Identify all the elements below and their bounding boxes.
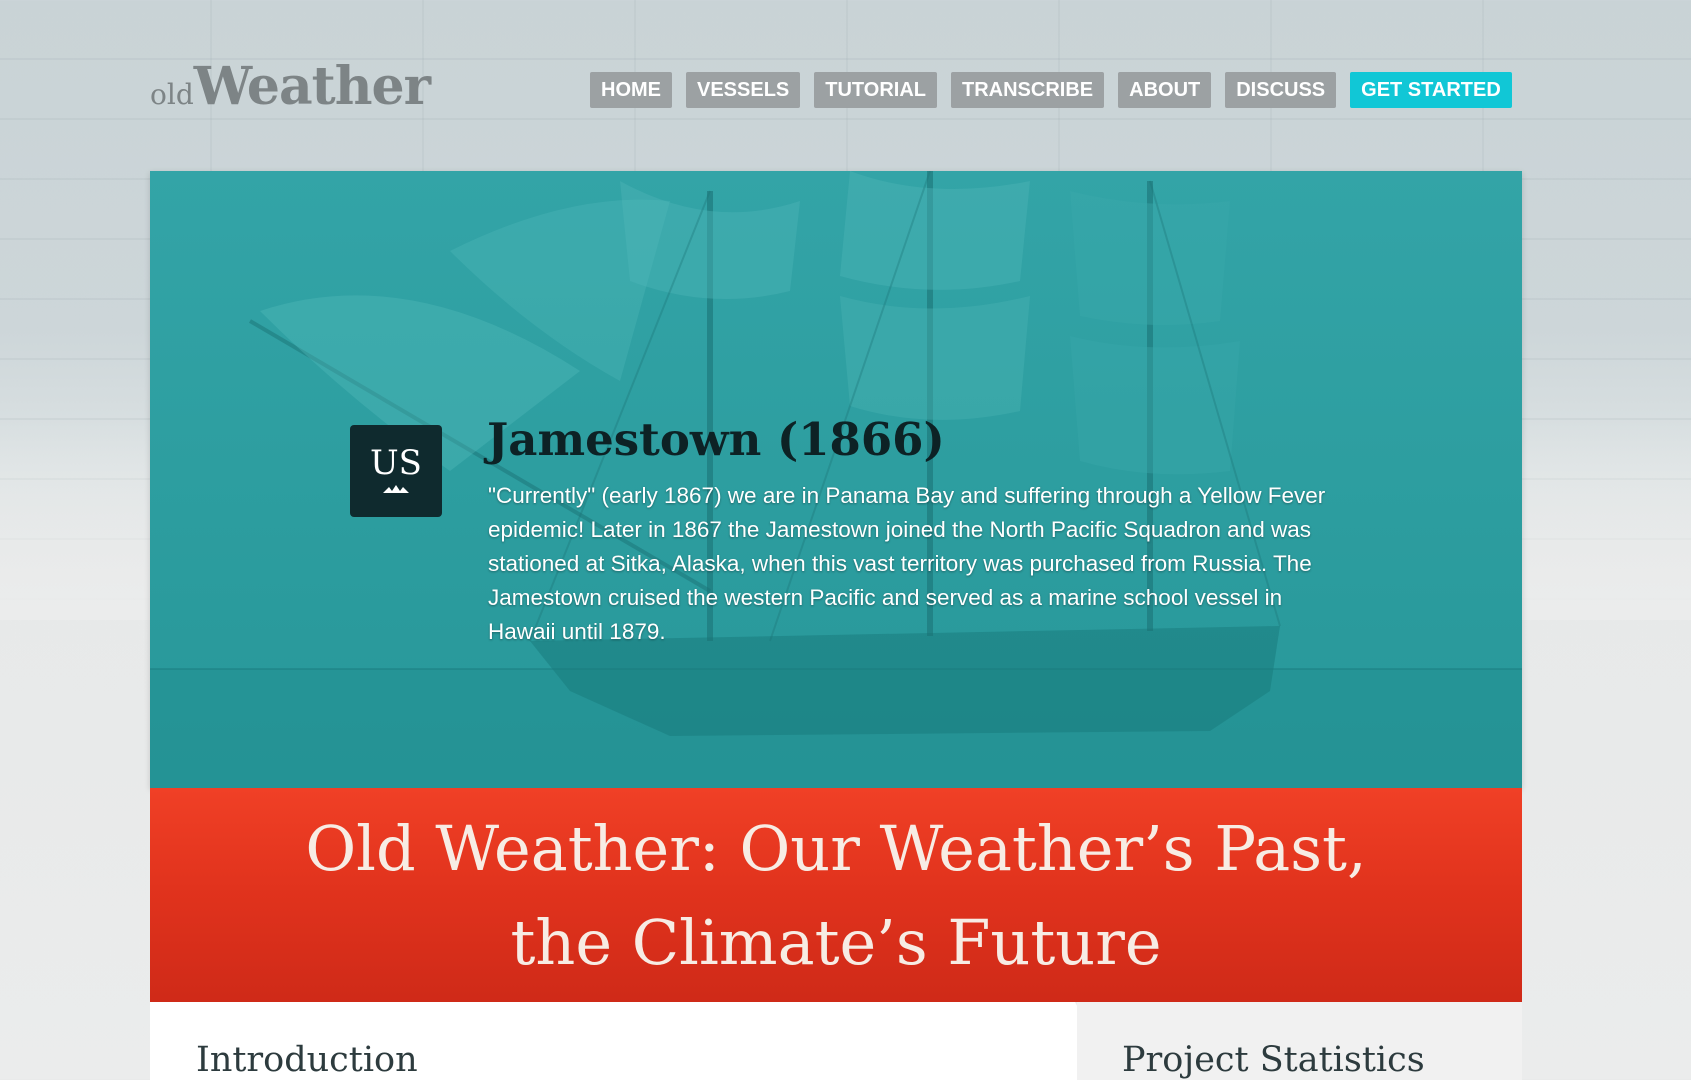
introduction-heading: Introduction [196,1040,418,1080]
wave-icon [383,485,409,493]
project-banner: Old Weather: Our Weather’s Past, the Cli… [150,788,1522,1002]
nav-home[interactable]: HOME [590,72,672,108]
get-started-button[interactable]: GET STARTED [1350,72,1512,108]
vessel-title: Jamestown (1866) [487,413,945,466]
introduction-panel: Introduction [150,1002,1075,1080]
project-statistics-heading: Project Statistics [1122,1040,1425,1080]
country-badge: US [350,425,442,517]
headline-line-2: the Climate’s Future [510,906,1162,979]
nav-vessels[interactable]: VESSELS [686,72,801,108]
country-code: US [370,443,422,483]
nav-about[interactable]: ABOUT [1118,72,1212,108]
site-logo[interactable]: oldWeather [150,56,431,117]
nav-transcribe[interactable]: TRANSCRIBE [951,72,1105,108]
project-headline: Old Weather: Our Weather’s Past, the Cli… [150,788,1522,990]
headline-line-1: Old Weather: Our Weather’s Past, [305,812,1367,885]
logo-prefix: old [150,78,194,111]
vessel-hero: US Jamestown (1866) "Currently" (early 1… [150,171,1522,788]
nav-tutorial[interactable]: TUTORIAL [814,72,937,108]
vessel-description: "Currently" (early 1867) we are in Panam… [488,483,1326,644]
project-statistics-panel: Project Statistics [1077,1002,1522,1080]
main-nav: HOME VESSELS TUTORIAL TRANSCRIBE ABOUT D… [590,72,1512,108]
logo-main: Weather [193,56,431,117]
nav-discuss[interactable]: DISCUSS [1225,72,1337,108]
